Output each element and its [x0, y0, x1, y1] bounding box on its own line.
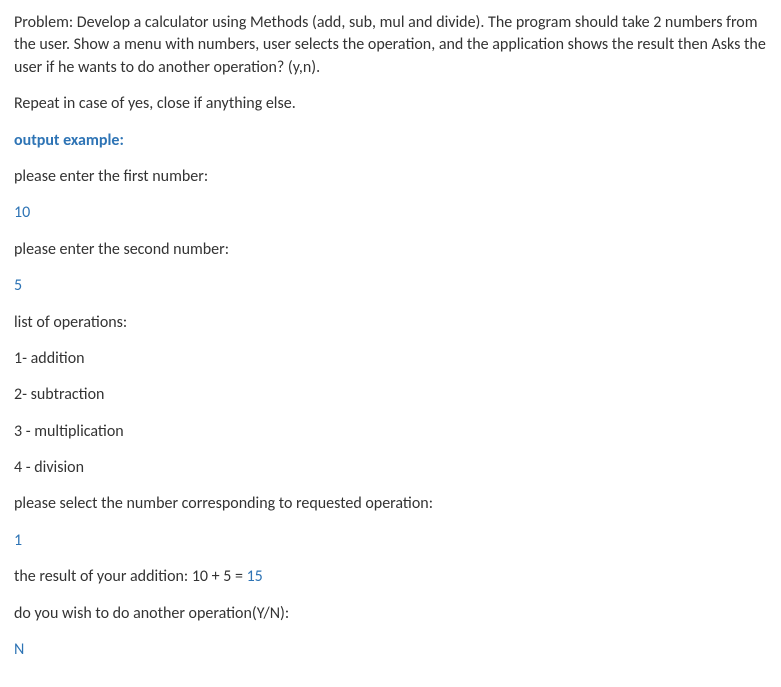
input-first-number: 10: [14, 202, 767, 224]
result-line: the result of your addition: 10 + 5 = 15: [14, 566, 767, 588]
prompt-second-number: please enter the second number:: [14, 239, 767, 261]
operation-item-1: 1- addition: [14, 348, 767, 370]
input-continue-choice: N: [14, 639, 767, 661]
result-value: 15: [247, 567, 263, 586]
prompt-select-operation: please select the number corresponding t…: [14, 493, 767, 515]
result-prefix: the result of your addition: 10 + 5 =: [14, 567, 247, 586]
output-example-label: output example:: [14, 130, 767, 152]
repeat-note: Repeat in case of yes, close if anything…: [14, 93, 767, 115]
operation-item-3: 3 - multiplication: [14, 421, 767, 443]
prompt-first-number: please enter the first number:: [14, 166, 767, 188]
problem-description: Problem: Develop a calculator using Meth…: [14, 12, 767, 79]
operations-header: list of operations:: [14, 312, 767, 334]
operation-item-4: 4 - division: [14, 457, 767, 479]
prompt-do-another: do you wish to do another operation(Y/N)…: [14, 603, 767, 625]
input-second-number: 5: [14, 275, 767, 297]
input-operation-choice: 1: [14, 530, 767, 552]
operation-item-2: 2- subtraction: [14, 384, 767, 406]
